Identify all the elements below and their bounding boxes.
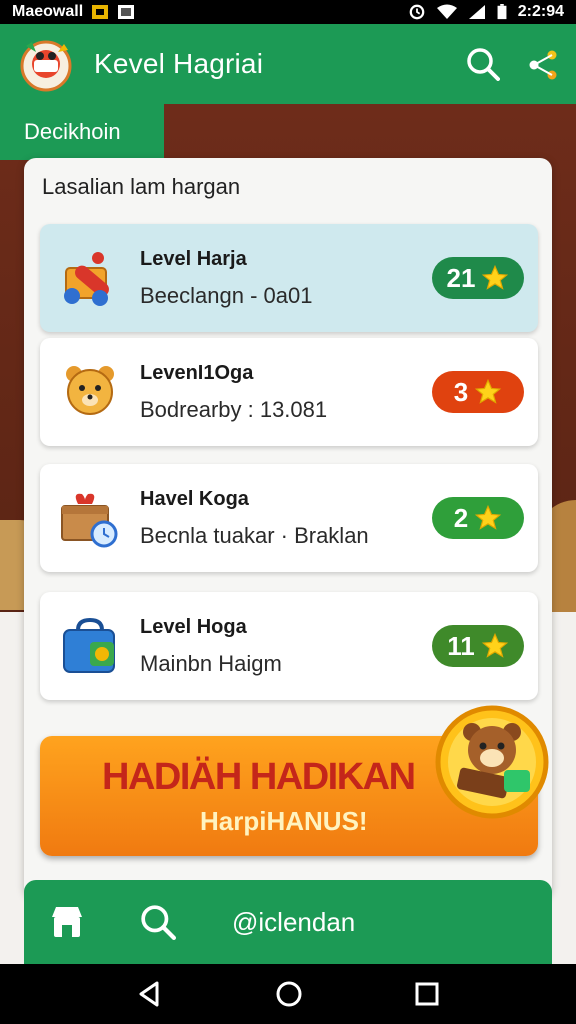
level-name: LevenI1Oga <box>140 361 254 384</box>
level-subtitle: Becnla tuakar · Braklan <box>140 522 369 548</box>
image-notification-icon <box>118 5 135 19</box>
level-name: Havel Koga <box>140 487 249 510</box>
star-icon <box>481 632 508 658</box>
clock-label: 2:2:94 <box>517 3 564 20</box>
section-tab[interactable]: Decikhoin <box>0 104 164 160</box>
badge-count: 2 <box>453 502 469 533</box>
star-icon <box>475 378 502 404</box>
star-icon <box>475 504 502 530</box>
level-subtitle: Bodrearby : 13.081 <box>140 396 328 422</box>
badge-count: 21 <box>446 262 476 293</box>
level-star-badge: 3 <box>432 371 524 413</box>
app-title: Kevel Hagriai <box>94 48 264 79</box>
card-title: Lasalian lam hargan <box>42 174 241 199</box>
level-item[interactable]: Level Harja Beeclangn - 0a01 21 <box>40 224 538 332</box>
search-icon[interactable] <box>140 904 176 940</box>
section-tab-label: Decikhoin <box>24 119 121 144</box>
store-icon[interactable] <box>48 903 86 941</box>
star-icon <box>482 264 509 290</box>
level-star-badge: 2 <box>432 497 524 539</box>
bottom-bar: @iclendan <box>24 880 552 964</box>
mascot-logo-icon[interactable] <box>16 34 76 94</box>
badge-count: 11 <box>447 630 475 661</box>
level-subtitle: Mainbn Haigm <box>140 650 282 676</box>
promo-subtitle: HarpiHANUS! <box>200 806 368 836</box>
level-item[interactable]: LevenI1Oga Bodrearby : 13.081 3 <box>40 338 538 446</box>
back-icon[interactable] <box>135 979 165 1009</box>
level-name: Level Harja <box>140 247 247 270</box>
bear-chest-icon[interactable] <box>434 704 550 820</box>
battery-icon <box>497 4 507 20</box>
app-bar: Kevel Hagriai <box>0 24 576 104</box>
signal-icon <box>468 5 485 19</box>
level-name: Level Hoga <box>140 615 247 638</box>
home-icon[interactable] <box>274 979 304 1009</box>
badge-count: 3 <box>453 376 469 407</box>
notification-icon <box>92 5 109 19</box>
level-star-badge: 21 <box>432 257 524 299</box>
share-icon[interactable] <box>526 47 560 81</box>
bear-mascot-icon <box>66 366 114 415</box>
level-item[interactable]: Havel Koga Becnla tuakar · Braklan 2 <box>40 464 538 572</box>
status-bar: Mаеоwall 2:2:94 <box>0 0 576 24</box>
level-subtitle: Beeclangn - 0a01 <box>140 282 313 308</box>
alarm-icon <box>409 4 425 20</box>
gift-box-clock-icon <box>61 493 118 548</box>
recents-icon[interactable] <box>413 980 441 1008</box>
promo-title: HADIÄH HADIKAN <box>102 756 416 798</box>
bottom-bar-label[interactable]: @iclendan <box>232 907 355 938</box>
level-item[interactable]: Level Hoga Mainbn Haigm 11 <box>40 592 538 700</box>
system-nav-bar <box>0 964 576 1024</box>
level-star-badge: 11 <box>432 625 524 667</box>
carrier-label: Mаеоwall <box>12 3 84 20</box>
toy-cannon-icon <box>64 252 109 306</box>
blue-bag-icon <box>63 617 115 673</box>
search-icon[interactable] <box>466 47 500 81</box>
wifi-icon <box>436 4 457 19</box>
